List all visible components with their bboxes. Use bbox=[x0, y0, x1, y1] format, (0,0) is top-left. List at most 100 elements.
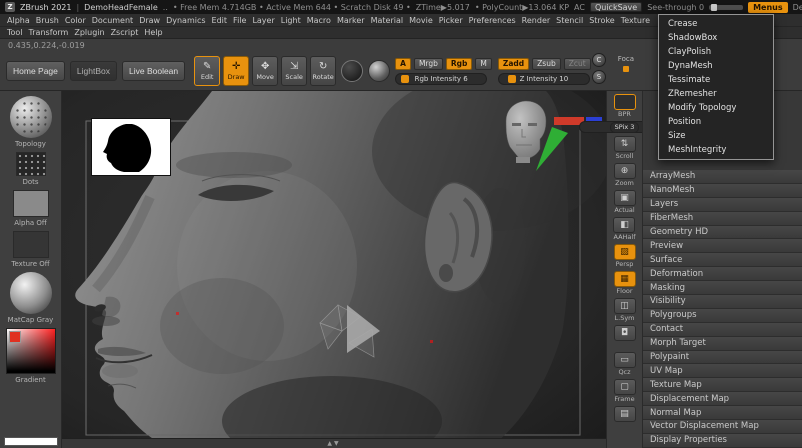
menu-item[interactable]: Macro bbox=[304, 16, 334, 25]
subpalette-row[interactable]: Visibility bbox=[643, 295, 802, 309]
subpalette-row[interactable]: Masking bbox=[643, 281, 802, 296]
shelf-button[interactable]: ⇅ Scroll bbox=[613, 136, 636, 160]
stroke-thumbnail[interactable] bbox=[15, 152, 46, 176]
alpha-selector[interactable]: Alpha Off bbox=[12, 190, 49, 227]
paint-mode-chip[interactable]: A bbox=[395, 57, 411, 70]
subpalette-row[interactable]: Vector Displacement Map bbox=[643, 420, 802, 434]
stroke-selector[interactable]: Dots bbox=[15, 152, 46, 186]
s-mini-button[interactable]: S bbox=[592, 70, 606, 84]
menus-button[interactable]: Menus bbox=[748, 1, 788, 13]
shelf-button[interactable]: ▦ Floor bbox=[613, 271, 636, 295]
popup-menu-item[interactable]: Size bbox=[659, 129, 773, 143]
shelf-button[interactable]: BPR bbox=[613, 94, 636, 118]
popup-menu-item[interactable]: ZRemesher bbox=[659, 87, 773, 101]
rgb-intensity-slider[interactable]: Rgb Intensity 6 bbox=[395, 72, 488, 85]
paint-mode-chip[interactable]: Rgb bbox=[445, 57, 473, 70]
canvas-scrollbar[interactable]: ▲▼ bbox=[62, 438, 606, 448]
brush-thumbnail[interactable] bbox=[9, 96, 52, 138]
menu-item[interactable]: Help bbox=[141, 28, 165, 37]
transform-mode-button[interactable]: ✥ Move bbox=[252, 56, 279, 86]
see-through-slider[interactable] bbox=[709, 3, 744, 11]
material-thumbnail[interactable] bbox=[9, 272, 52, 314]
subpalette-row[interactable]: Displacement Map bbox=[643, 392, 802, 407]
subpalette-row[interactable]: Geometry HD bbox=[643, 225, 802, 240]
menu-item[interactable]: Tool bbox=[4, 28, 26, 37]
menu-item[interactable]: Stencil bbox=[553, 16, 586, 25]
popup-menu-item[interactable]: MeshIntegrity bbox=[659, 143, 773, 157]
menu-item[interactable]: Movie bbox=[406, 16, 436, 25]
shelf-button[interactable]: ▭ Qcz bbox=[613, 352, 636, 376]
transform-mode-button[interactable]: ↻ Rotate bbox=[310, 56, 337, 86]
menu-item[interactable]: Stroke bbox=[586, 16, 618, 25]
shelf-button[interactable]: ▢ Frame bbox=[613, 379, 636, 403]
color-swatch[interactable] bbox=[8, 331, 21, 343]
current-color-swatch[interactable] bbox=[3, 437, 58, 446]
color-picker-area[interactable] bbox=[5, 328, 56, 374]
menu-item[interactable]: Brush bbox=[33, 16, 62, 25]
quicksave-button[interactable]: QuickSave bbox=[589, 2, 643, 12]
transform-mode-button[interactable]: ✎ Edit bbox=[194, 56, 221, 86]
lightbox-button[interactable]: LightBox bbox=[69, 61, 117, 81]
menu-item[interactable]: Texture bbox=[618, 16, 653, 25]
shelf-button[interactable]: ▤ bbox=[613, 406, 636, 430]
popup-menu-item[interactable]: Crease bbox=[659, 17, 773, 31]
menu-item[interactable]: Edit bbox=[209, 16, 231, 25]
popup-menu-item[interactable]: DynaMesh bbox=[659, 59, 773, 73]
menu-item[interactable]: Document bbox=[89, 16, 136, 25]
texture-selector[interactable]: Texture Off bbox=[11, 231, 50, 268]
menu-item[interactable]: Draw bbox=[136, 16, 163, 25]
z-intensity-slider[interactable]: Z Intensity 10 bbox=[497, 72, 590, 85]
shelf-button[interactable]: ⊕ Zoom bbox=[613, 163, 636, 187]
menu-item[interactable]: Zplugin bbox=[71, 28, 107, 37]
subpalette-row[interactable]: Normal Map bbox=[643, 406, 802, 421]
menu-item[interactable]: Preferences bbox=[466, 16, 519, 25]
home-page-button[interactable]: Home Page bbox=[6, 61, 65, 81]
subpalette-row[interactable]: Display Properties bbox=[643, 433, 802, 448]
depth-mode-chip[interactable]: Zsub bbox=[532, 57, 561, 70]
popup-menu-item[interactable]: ShadowBox bbox=[659, 31, 773, 45]
shelf-button[interactable]: ◘ bbox=[613, 325, 636, 349]
subpalette-row[interactable]: Surface bbox=[643, 253, 802, 268]
menu-item[interactable]: Picker bbox=[436, 16, 466, 25]
subpalette-row[interactable]: Polypaint bbox=[643, 350, 802, 365]
paint-mode-chip[interactable]: M bbox=[475, 57, 492, 70]
menu-item[interactable]: File bbox=[230, 16, 249, 25]
shelf-button[interactable]: ◫ L.Sym bbox=[613, 298, 636, 322]
menu-item[interactable]: Transform bbox=[26, 28, 72, 37]
subpalette-row[interactable]: Morph Target bbox=[643, 336, 802, 351]
subpalette-row[interactable]: UV Map bbox=[643, 364, 802, 379]
transform-mode-button[interactable]: ✛ Draw bbox=[223, 56, 250, 86]
c-mini-button[interactable]: C bbox=[592, 53, 606, 67]
subpalette-row[interactable]: FiberMesh bbox=[643, 211, 802, 226]
shelf-button[interactable]: ◧ AAHalf bbox=[613, 217, 636, 241]
shelf-button[interactable]: ▣ Actual bbox=[613, 190, 636, 214]
menu-item[interactable]: Render bbox=[519, 16, 553, 25]
color-picker-widget[interactable]: Gradient bbox=[5, 328, 56, 384]
menu-item[interactable]: Marker bbox=[334, 16, 368, 25]
depth-mode-chip[interactable]: Zcut bbox=[563, 57, 591, 70]
transform-mode-button[interactable]: ⇲ Scale bbox=[281, 56, 308, 86]
subpalette-row[interactable]: Texture Map bbox=[643, 378, 802, 393]
popup-menu-item[interactable]: Modify Topology bbox=[659, 101, 773, 115]
popup-menu-item[interactable]: ClayPolish bbox=[659, 45, 773, 59]
subpalette-row[interactable]: ArrayMesh bbox=[643, 170, 802, 184]
popup-menu-item[interactable]: Tessimate bbox=[659, 73, 773, 87]
focal-shift-control[interactable]: Foca bbox=[618, 55, 634, 72]
menu-item[interactable]: Light bbox=[278, 16, 304, 25]
live-boolean-button[interactable]: Live Boolean bbox=[121, 61, 186, 81]
shelf-button[interactable]: ▨ Persp bbox=[613, 244, 636, 268]
scroll-arrows[interactable]: ▲▼ bbox=[327, 440, 340, 447]
material-selector[interactable]: MatCap Gray bbox=[8, 272, 53, 324]
paint-mode-chip[interactable]: Mrgb bbox=[413, 57, 443, 70]
subpalette-row[interactable]: NanoMesh bbox=[643, 183, 802, 198]
subpalette-row[interactable]: Preview bbox=[643, 239, 802, 254]
menu-item[interactable]: Dynamics bbox=[163, 16, 208, 25]
stroke-preview-button[interactable] bbox=[341, 60, 364, 82]
subpalette-row[interactable]: Polygroups bbox=[643, 308, 802, 323]
brush-selector[interactable]: Topology bbox=[9, 96, 52, 148]
depth-mode-chip[interactable]: Zadd bbox=[497, 57, 530, 70]
menu-item[interactable]: Zscript bbox=[108, 28, 142, 37]
subpalette-row[interactable]: Contact bbox=[643, 322, 802, 337]
subpalette-row[interactable]: Deformation bbox=[643, 267, 802, 282]
menu-item[interactable]: Layer bbox=[249, 16, 277, 25]
